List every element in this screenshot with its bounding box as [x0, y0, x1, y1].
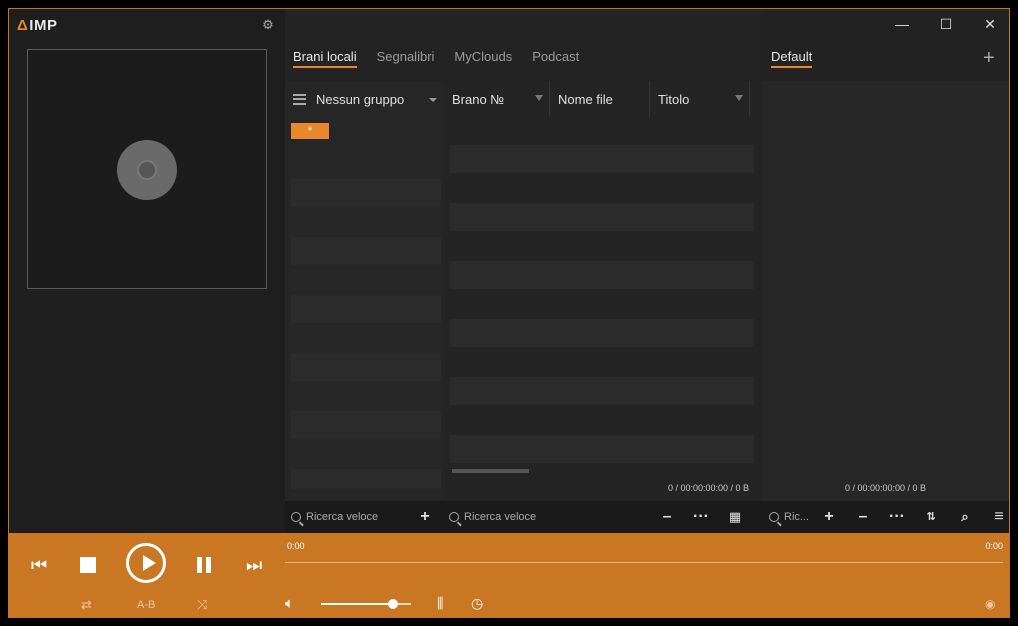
logo-mark: Δ — [17, 16, 29, 34]
play-button[interactable] — [126, 543, 166, 583]
add-button[interactable]: + — [413, 509, 437, 525]
album-art — [27, 49, 267, 289]
elapsed-time: 0:00 — [287, 541, 305, 551]
stop-icon[interactable] — [80, 557, 96, 573]
more-icon[interactable]: ··· — [885, 509, 909, 525]
remove-button[interactable]: – — [655, 509, 679, 525]
music-library-panel: Brani locali Segnalibri MyClouds Podcast… — [285, 9, 763, 533]
pause-icon[interactable] — [197, 557, 202, 573]
seek-bar[interactable] — [285, 562, 1003, 563]
aimp-window: Δ IMP ⚙ Brani locali Segnalibri MyClouds … — [8, 8, 1010, 618]
list-item — [291, 469, 441, 489]
sort-icon[interactable]: ⇅ — [919, 509, 943, 525]
library-tabs: Brani locali Segnalibri MyClouds Podcast — [293, 49, 579, 68]
close-button[interactable]: ✕ — [979, 15, 1001, 33]
group-search[interactable]: Ricerca veloce — [291, 511, 413, 523]
cd-icon — [117, 140, 177, 200]
column-track-number[interactable]: Brano № — [444, 81, 550, 117]
tracks-table: Brano № Nome file Titolo 0 / 00:00:00:00… — [444, 81, 763, 501]
maximize-button[interactable]: ☐ — [935, 15, 957, 33]
volume-handle[interactable] — [388, 599, 398, 609]
search-icon[interactable]: ⌕ — [953, 509, 977, 525]
chevron-down-icon[interactable] — [429, 98, 437, 102]
group-column: Nessun gruppo * — [285, 81, 444, 501]
file-search[interactable]: Ricerca veloce — [449, 511, 649, 523]
pause-icon-bar — [206, 557, 211, 573]
minimize-button[interactable]: — — [891, 15, 913, 33]
list-item — [291, 411, 441, 439]
next-icon[interactable]: ⏭ — [246, 555, 262, 576]
list-item — [291, 295, 441, 323]
volume-icon[interactable]: 🔈︎ — [285, 595, 294, 612]
horizontal-scrollbar[interactable] — [452, 469, 529, 473]
group-header-label: Nessun gruppo — [316, 91, 405, 107]
list-item — [291, 353, 441, 381]
search-placeholder: Ricerca veloce — [464, 511, 537, 523]
broadcast-icon[interactable]: ◉ — [985, 597, 995, 611]
playlist-search[interactable]: Ric... — [769, 511, 813, 523]
remove-button[interactable]: – — [851, 509, 875, 525]
playlist-status: 0 / 00:00:00:00 / 0 B — [845, 483, 927, 493]
library-status: 0 / 00:00:00:00 / 0 B — [667, 483, 749, 493]
table-row — [450, 203, 754, 231]
menu-icon[interactable]: ≡ — [987, 509, 1009, 525]
table-row — [450, 145, 754, 173]
group-item-all[interactable]: * — [291, 123, 329, 139]
more-icon[interactable]: ··· — [689, 509, 713, 525]
clock-icon[interactable]: ◷ — [471, 595, 483, 612]
add-button[interactable]: + — [817, 509, 841, 525]
column-file-name[interactable]: Nome file — [550, 81, 650, 117]
now-playing-panel: Δ IMP ⚙ — [9, 9, 285, 533]
total-time: 0:00 — [985, 541, 1003, 551]
group-header[interactable]: Nessun gruppo — [285, 81, 444, 117]
grid-view-icon[interactable]: ▦ — [723, 509, 747, 525]
table-row — [450, 261, 754, 289]
playlist-toolbar: Ric... + – ··· ⇅ ⌕ ≡ — [763, 501, 1009, 533]
column-title[interactable]: Titolo — [650, 81, 750, 117]
column-label: Titolo — [658, 91, 690, 107]
previous-icon[interactable]: ⏮ — [31, 555, 47, 576]
column-label: Nome file — [558, 91, 613, 107]
search-placeholder: Ricerca veloce — [306, 511, 379, 523]
menu-icon[interactable] — [293, 93, 306, 105]
table-header: Brano № Nome file Titolo — [444, 81, 750, 117]
tab-local-tracks[interactable]: Brani locali — [293, 49, 357, 68]
volume-fill — [321, 603, 393, 605]
play-icon — [143, 555, 156, 571]
search-icon — [291, 512, 301, 522]
search-icon — [769, 512, 779, 522]
add-playlist-button[interactable]: + — [983, 48, 995, 68]
volume-slider[interactable] — [321, 599, 411, 609]
shuffle-icon[interactable]: ⤨ — [197, 597, 207, 613]
tab-myclouds[interactable]: MyClouds — [454, 49, 512, 68]
table-row — [450, 319, 754, 347]
tab-podcast[interactable]: Podcast — [532, 49, 579, 68]
player-controls: ⏮ ⏭ ⇄ A-B ⤨ 0:00 0:00 🔈︎ ⫼ ◷ ◉ — [9, 533, 1009, 617]
playlist-list: 0 / 00:00:00:00 / 0 B — [763, 81, 1009, 501]
list-item — [291, 237, 441, 265]
app-logo: Δ IMP — [17, 16, 58, 34]
ab-repeat-button[interactable]: A-B — [137, 599, 155, 611]
equalizer-icon[interactable]: ⫼ — [437, 595, 443, 612]
filter-icon[interactable] — [735, 95, 743, 101]
library-toolbar: Ricerca veloce + Ricerca veloce – ··· ▦ — [285, 501, 763, 533]
playlist-panel: — ☐ ✕ Default + 0 / 00:00:00:00 / 0 B Ri… — [763, 9, 1009, 533]
repeat-icon[interactable]: ⇄ — [81, 597, 92, 613]
playlist-tab-default[interactable]: Default — [771, 49, 813, 68]
filter-icon[interactable] — [535, 95, 543, 101]
column-label: Brano № — [452, 91, 505, 107]
search-icon — [449, 512, 459, 522]
gear-icon[interactable]: ⚙ — [261, 18, 275, 32]
logo-text: IMP — [29, 16, 58, 34]
table-row — [450, 377, 754, 405]
list-item — [291, 179, 441, 207]
tab-bookmarks[interactable]: Segnalibri — [377, 49, 435, 68]
search-placeholder: Ric... — [784, 511, 810, 523]
table-row — [450, 435, 754, 463]
